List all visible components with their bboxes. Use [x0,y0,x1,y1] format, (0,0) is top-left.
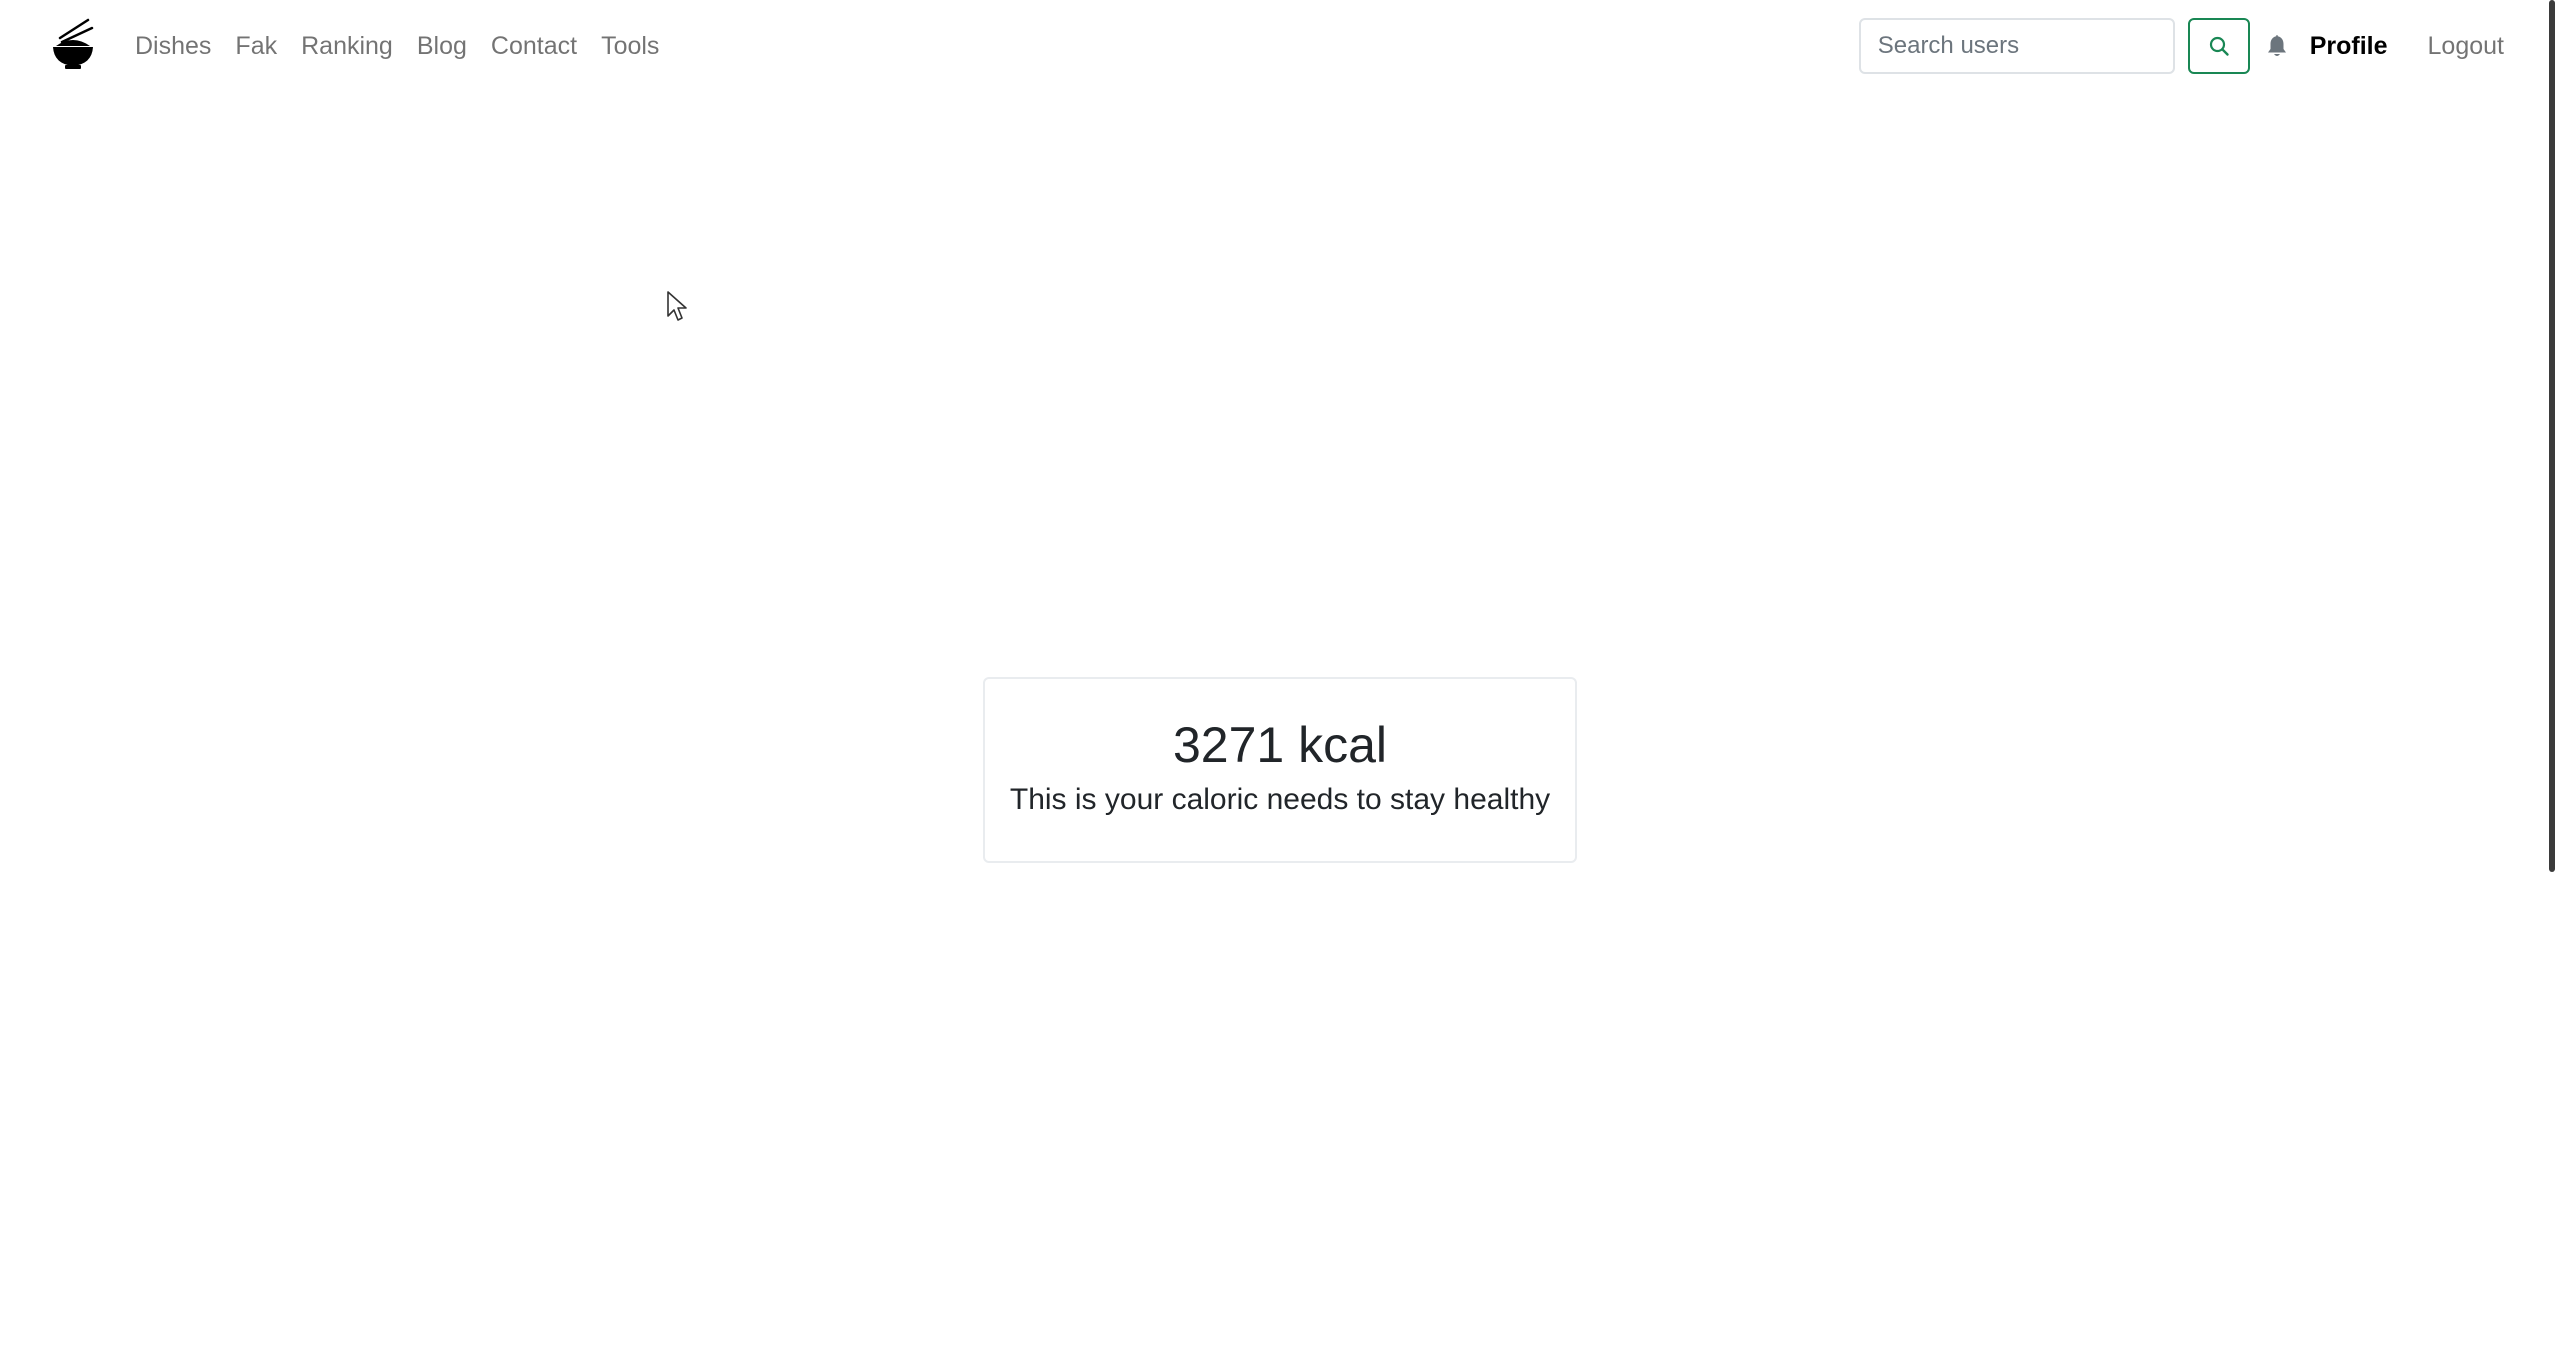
kcal-caption: This is your caloric needs to stay healt… [1009,783,1551,816]
page: Dishes Fak Ranking Blog Contact Tools Se… [0,0,2555,1357]
search-users-input[interactable] [1858,18,2175,74]
rice-bowl-chopsticks-icon [53,18,94,69]
nav-link-tools[interactable]: Tools [589,32,671,61]
nav-link-fak[interactable]: Fak [223,32,289,61]
search-icon [2209,36,2229,56]
nav-link-contact[interactable]: Contact [479,32,589,61]
navbar-right: Profile Logout [1858,0,2504,92]
profile-link[interactable]: Profile [2310,32,2388,61]
caloric-needs-card: 3271 kcal This is your caloric needs to … [983,677,1577,863]
bell-icon [2267,35,2286,56]
search-button[interactable] [2187,18,2250,74]
logout-link[interactable]: Logout [2428,32,2504,61]
page-scrollbar[interactable] [2549,0,2555,872]
nav-links: Dishes Fak Ranking Blog Contact Tools [135,0,671,92]
nav-link-blog[interactable]: Blog [405,32,479,61]
kcal-value: 3271 kcal [1172,717,1388,773]
brand-logo[interactable] [50,16,96,72]
navbar: Dishes Fak Ranking Blog Contact Tools Se… [0,0,2555,92]
mouse-cursor-icon [666,290,688,322]
nav-link-ranking[interactable]: Ranking [289,32,405,61]
notifications-button[interactable] [2264,31,2290,61]
nav-link-dishes[interactable]: Dishes [135,32,223,61]
